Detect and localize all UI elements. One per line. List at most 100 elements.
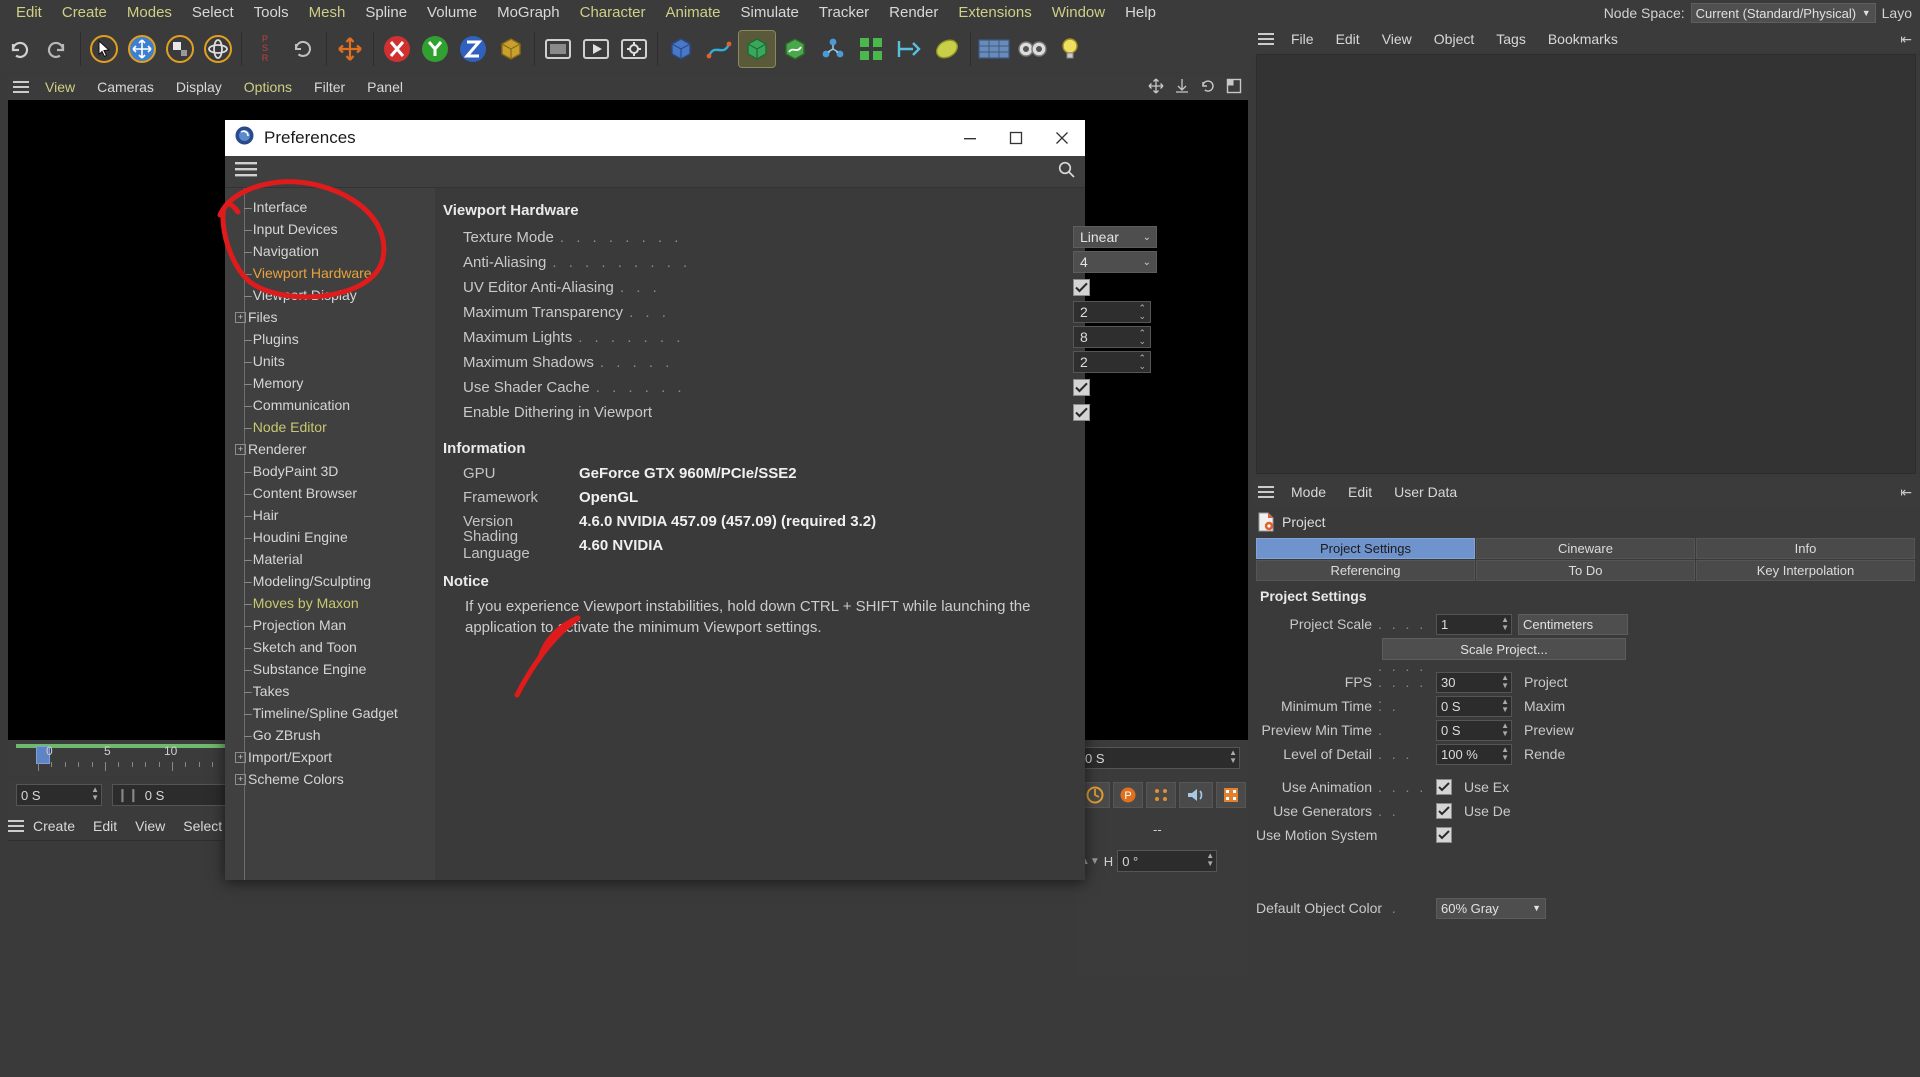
add-generator-button[interactable] (739, 31, 775, 67)
menu-item-modes[interactable]: Modes (117, 0, 182, 26)
object-menu-create[interactable]: Create (24, 818, 84, 834)
render-region-button[interactable] (578, 31, 614, 67)
add-mograph-button[interactable] (815, 31, 851, 67)
object-menu-view[interactable]: View (126, 818, 174, 834)
minimize-button[interactable] (947, 120, 993, 156)
tree-item-renderer[interactable]: +Renderer (225, 438, 435, 460)
object-menu-edit[interactable]: Edit (84, 818, 126, 834)
project-row-checkbox[interactable] (1436, 827, 1452, 843)
project-row-checkbox[interactable] (1436, 803, 1452, 819)
sound-icon[interactable] (1179, 782, 1213, 808)
tab-key-interpolation[interactable]: Key Interpolation (1696, 560, 1915, 581)
viewport-menu-options[interactable]: Options (233, 79, 303, 95)
h-stepper[interactable]: ▲▼ (1206, 852, 1214, 868)
scale-project-button[interactable]: Scale Project... (1382, 638, 1626, 660)
tree-item-viewport-display[interactable]: –Viewport Display (225, 284, 435, 306)
menu-item-volume[interactable]: Volume (417, 0, 487, 26)
project-row-checkbox[interactable] (1436, 779, 1452, 795)
grid-toggle-button[interactable] (976, 31, 1012, 67)
right-menu-file[interactable]: File (1280, 31, 1325, 47)
stepper-arrows-icon[interactable]: ⌃⌄ (1138, 329, 1146, 345)
right-menu-edit[interactable]: Edit (1325, 31, 1371, 47)
tree-item-timeline-spline-gadget[interactable]: –Timeline/Spline Gadget (225, 702, 435, 724)
project-row-input[interactable]: 1▲▼ (1436, 614, 1512, 635)
viewport-menu-view[interactable]: View (34, 79, 86, 95)
h-value-field[interactable]: 0 ° ▲▼ (1117, 850, 1217, 872)
tree-item-material[interactable]: –Material (225, 548, 435, 570)
preferences-category-tree[interactable]: –Interface–Input Devices–Navigation –View… (225, 188, 435, 880)
node-space-select[interactable]: Current (Standard/Physical) ▼ (1691, 3, 1876, 23)
move-axis-button[interactable] (332, 31, 368, 67)
menu-item-tracker[interactable]: Tracker (809, 0, 879, 26)
frame-field[interactable]: 0 S ▲▼ (1080, 747, 1240, 769)
tree-item-scheme-colors[interactable]: +Scheme Colors (225, 768, 435, 790)
attribute-hamburger-icon[interactable] (1252, 486, 1280, 498)
add-cloner-button[interactable] (853, 31, 889, 67)
tree-item-plugins[interactable]: –Plugins (225, 328, 435, 350)
z-axis-lock-button[interactable] (455, 31, 491, 67)
project-row-input[interactable]: 100 %▲▼ (1436, 744, 1512, 765)
tree-item-houdini-engine[interactable]: –Houdini Engine (225, 526, 435, 548)
render-settings-button[interactable] (616, 31, 652, 67)
viewport-menu-cameras[interactable]: Cameras (86, 79, 165, 95)
menu-item-spline[interactable]: Spline (355, 0, 417, 26)
scale-tool-button[interactable] (162, 31, 198, 67)
tree-item-import-export[interactable]: +Import/Export (225, 746, 435, 768)
tree-item-navigation[interactable]: –Navigation (225, 240, 435, 262)
select-tool-button[interactable] (86, 31, 122, 67)
default-object-color-select[interactable]: 60% Gray▼ (1436, 898, 1546, 919)
preferences-dialog[interactable]: Preferences (225, 120, 1085, 880)
right-menu-view[interactable]: View (1371, 31, 1423, 47)
stepper-arrows-icon[interactable]: ⌃⌄ (1138, 304, 1146, 320)
close-button[interactable] (1039, 120, 1085, 156)
expand-icon[interactable]: + (235, 774, 246, 785)
tree-item-interface[interactable]: –Interface (225, 196, 435, 218)
project-row-stepper[interactable]: ▲▼ (1501, 722, 1509, 738)
tree-item-sketch-and-toon[interactable]: –Sketch and Toon (225, 636, 435, 658)
frame-stepper[interactable]: ▲▼ (1229, 749, 1237, 765)
menu-item-window[interactable]: Window (1042, 0, 1115, 26)
setting-checkbox[interactable] (1073, 379, 1090, 396)
y-axis-lock-button[interactable] (417, 31, 453, 67)
collapse-arrow-icon[interactable]: ⇤ (1900, 31, 1920, 48)
menu-item-tools[interactable]: Tools (244, 0, 299, 26)
viewport-menu-filter[interactable]: Filter (303, 79, 356, 95)
filmstrip-icon[interactable] (1216, 782, 1246, 808)
tree-item-moves-by-maxon[interactable]: –Moves by Maxon (225, 592, 435, 614)
add-material-button[interactable] (929, 31, 965, 67)
add-cube-button[interactable] (663, 31, 699, 67)
reset-transform-button[interactable] (285, 31, 321, 67)
attr-menu-edit[interactable]: Edit (1337, 484, 1383, 500)
viewport-menu-display[interactable]: Display (165, 79, 233, 95)
tree-item-node-editor[interactable]: –Node Editor (225, 416, 435, 438)
right-menu-tags[interactable]: Tags (1485, 31, 1537, 47)
viewport-menu-panel[interactable]: Panel (356, 79, 414, 95)
object-tree-panel[interactable] (1256, 54, 1916, 474)
light-button[interactable] (1052, 31, 1088, 67)
current-time-field[interactable]: 0 S ▲▼ (16, 784, 102, 806)
tree-item-content-browser[interactable]: –Content Browser (225, 482, 435, 504)
menu-item-animate[interactable]: Animate (655, 0, 730, 26)
tab-referencing[interactable]: Referencing (1256, 560, 1475, 581)
setting-number-input[interactable]: 2⌃⌄ (1073, 351, 1151, 373)
project-row-input[interactable]: 0 S▲▼ (1436, 720, 1512, 741)
tree-item-communication[interactable]: –Communication (225, 394, 435, 416)
rotate-view-icon[interactable] (1200, 78, 1216, 97)
add-field-button[interactable] (891, 31, 927, 67)
search-icon[interactable] (1058, 161, 1075, 183)
tab-project-settings[interactable]: Project Settings (1256, 538, 1475, 559)
object-manager-hamburger-icon[interactable] (8, 820, 24, 832)
position-key-icon[interactable]: P (1113, 782, 1143, 808)
attribute-collapse-icon[interactable]: ⇤ (1900, 484, 1920, 501)
menu-item-render[interactable]: Render (879, 0, 948, 26)
menu-item-edit[interactable]: Edit (6, 0, 52, 26)
object-panel-hamburger-icon[interactable] (1252, 33, 1280, 45)
object-manager-panel[interactable] (8, 840, 223, 977)
tree-item-go-zbrush[interactable]: –Go ZBrush (225, 724, 435, 746)
setting-select[interactable]: Linear⌄ (1073, 226, 1157, 248)
render-view-button[interactable] (540, 31, 576, 67)
tree-item-input-devices[interactable]: –Input Devices (225, 218, 435, 240)
camera-button[interactable] (1014, 31, 1050, 67)
right-menu-object[interactable]: Object (1423, 31, 1485, 47)
setting-checkbox[interactable] (1073, 279, 1090, 296)
